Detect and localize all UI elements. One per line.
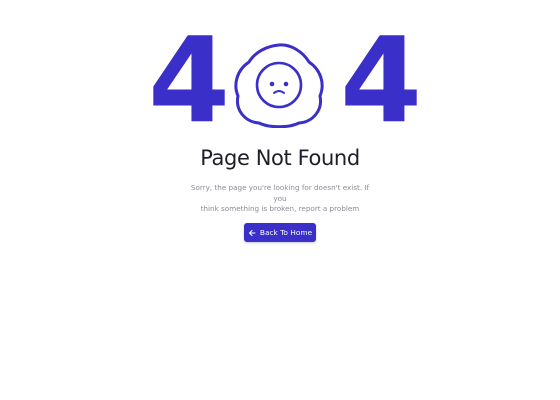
error-digit-right: 4 [340,11,422,149]
error-message-line-2: think something is broken, report a prob… [200,204,360,214]
back-to-home-button[interactable]: Back To Home [244,223,316,242]
error-message-line-1: Sorry, the page you're looking for doesn… [190,183,370,203]
back-to-home-label: Back To Home [259,228,313,237]
sad-egg-icon [234,43,324,128]
error-page: 4 4 Page Not Found Sorry, the page you'r… [0,0,560,400]
error-message: Sorry, the page you're looking for doesn… [186,183,374,215]
page-title: Page Not Found [200,146,360,170]
error-digit-left: 4 [148,11,230,149]
error-code-404: 4 4 [0,21,560,139]
arrow-left-icon [248,229,256,237]
